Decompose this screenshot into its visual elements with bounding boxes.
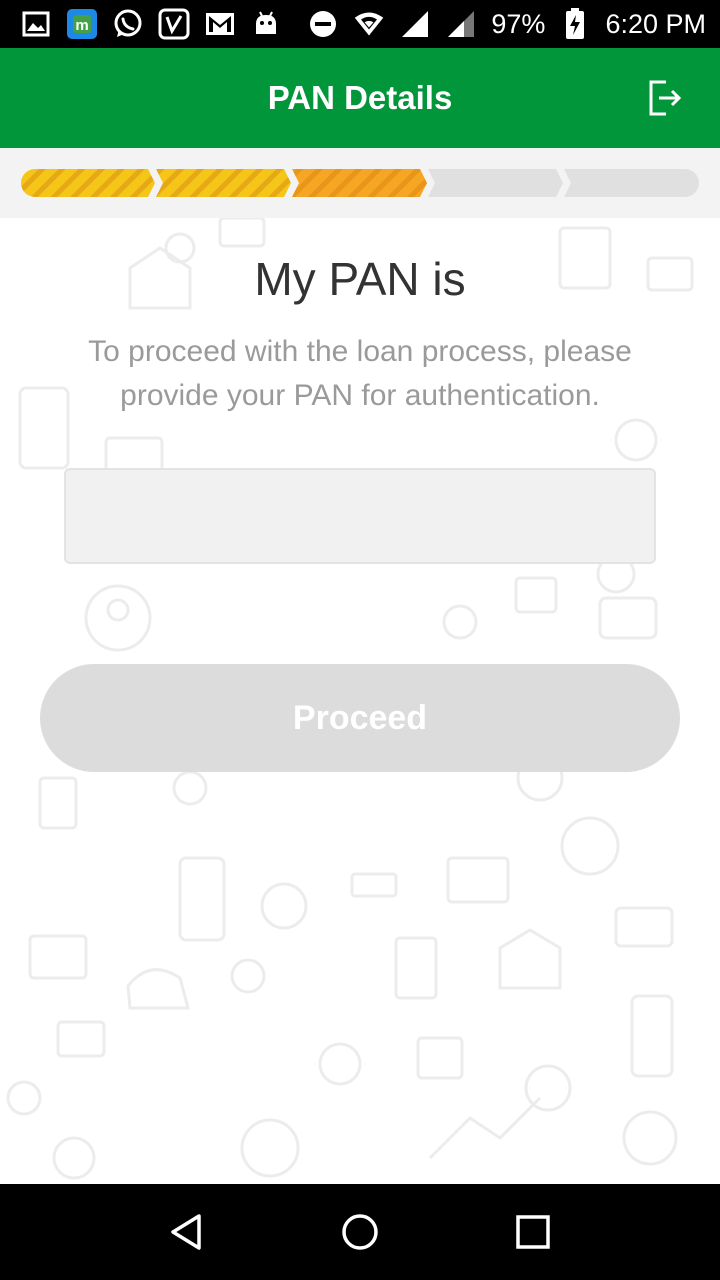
progress-step-5 xyxy=(564,169,699,197)
clock: 6:20 PM xyxy=(605,8,706,39)
proceed-button[interactable]: Proceed xyxy=(40,664,680,772)
progress-step-1 xyxy=(21,169,155,197)
step-progress xyxy=(21,169,699,197)
gmail-icon xyxy=(204,8,236,40)
do-not-disturb-icon xyxy=(307,8,339,40)
recents-icon xyxy=(516,1215,551,1249)
navigation-bar xyxy=(0,1184,720,1280)
page-title: PAN Details xyxy=(267,79,453,116)
home-button[interactable] xyxy=(332,1204,388,1260)
system-icons: 97% 6:20 PM xyxy=(307,8,706,40)
back-icon xyxy=(170,1214,201,1250)
svg-text:m: m xyxy=(75,17,88,34)
progress-step-4 xyxy=(428,169,563,197)
battery-charging-icon xyxy=(559,8,591,40)
signal-icon xyxy=(399,8,431,40)
progress-step-3 xyxy=(292,169,427,197)
pan-input[interactable] xyxy=(64,468,656,564)
notification-icons: m xyxy=(20,8,282,40)
logout-icon xyxy=(649,80,682,116)
whatsapp-icon xyxy=(112,8,144,40)
progress-indicator xyxy=(0,148,720,218)
description-text: To proceed with the loan process, please… xyxy=(88,335,632,412)
wifi-icon xyxy=(353,8,385,40)
back-button[interactable] xyxy=(159,1204,215,1260)
status-bar: m 97% 6:20 PM xyxy=(0,0,720,48)
heading: My PAN is xyxy=(254,253,466,305)
signal-icon xyxy=(445,8,477,40)
home-icon xyxy=(342,1214,378,1250)
gallery-icon xyxy=(20,8,52,40)
logout-button[interactable] xyxy=(646,78,686,118)
progress-step-2 xyxy=(156,169,291,197)
saavn-icon xyxy=(158,8,190,40)
android-icon xyxy=(250,8,282,40)
app-m-icon: m xyxy=(66,8,98,40)
battery-percent: 97% xyxy=(491,8,546,39)
recents-button[interactable] xyxy=(505,1204,561,1260)
app-bar: PAN Details xyxy=(0,48,720,148)
